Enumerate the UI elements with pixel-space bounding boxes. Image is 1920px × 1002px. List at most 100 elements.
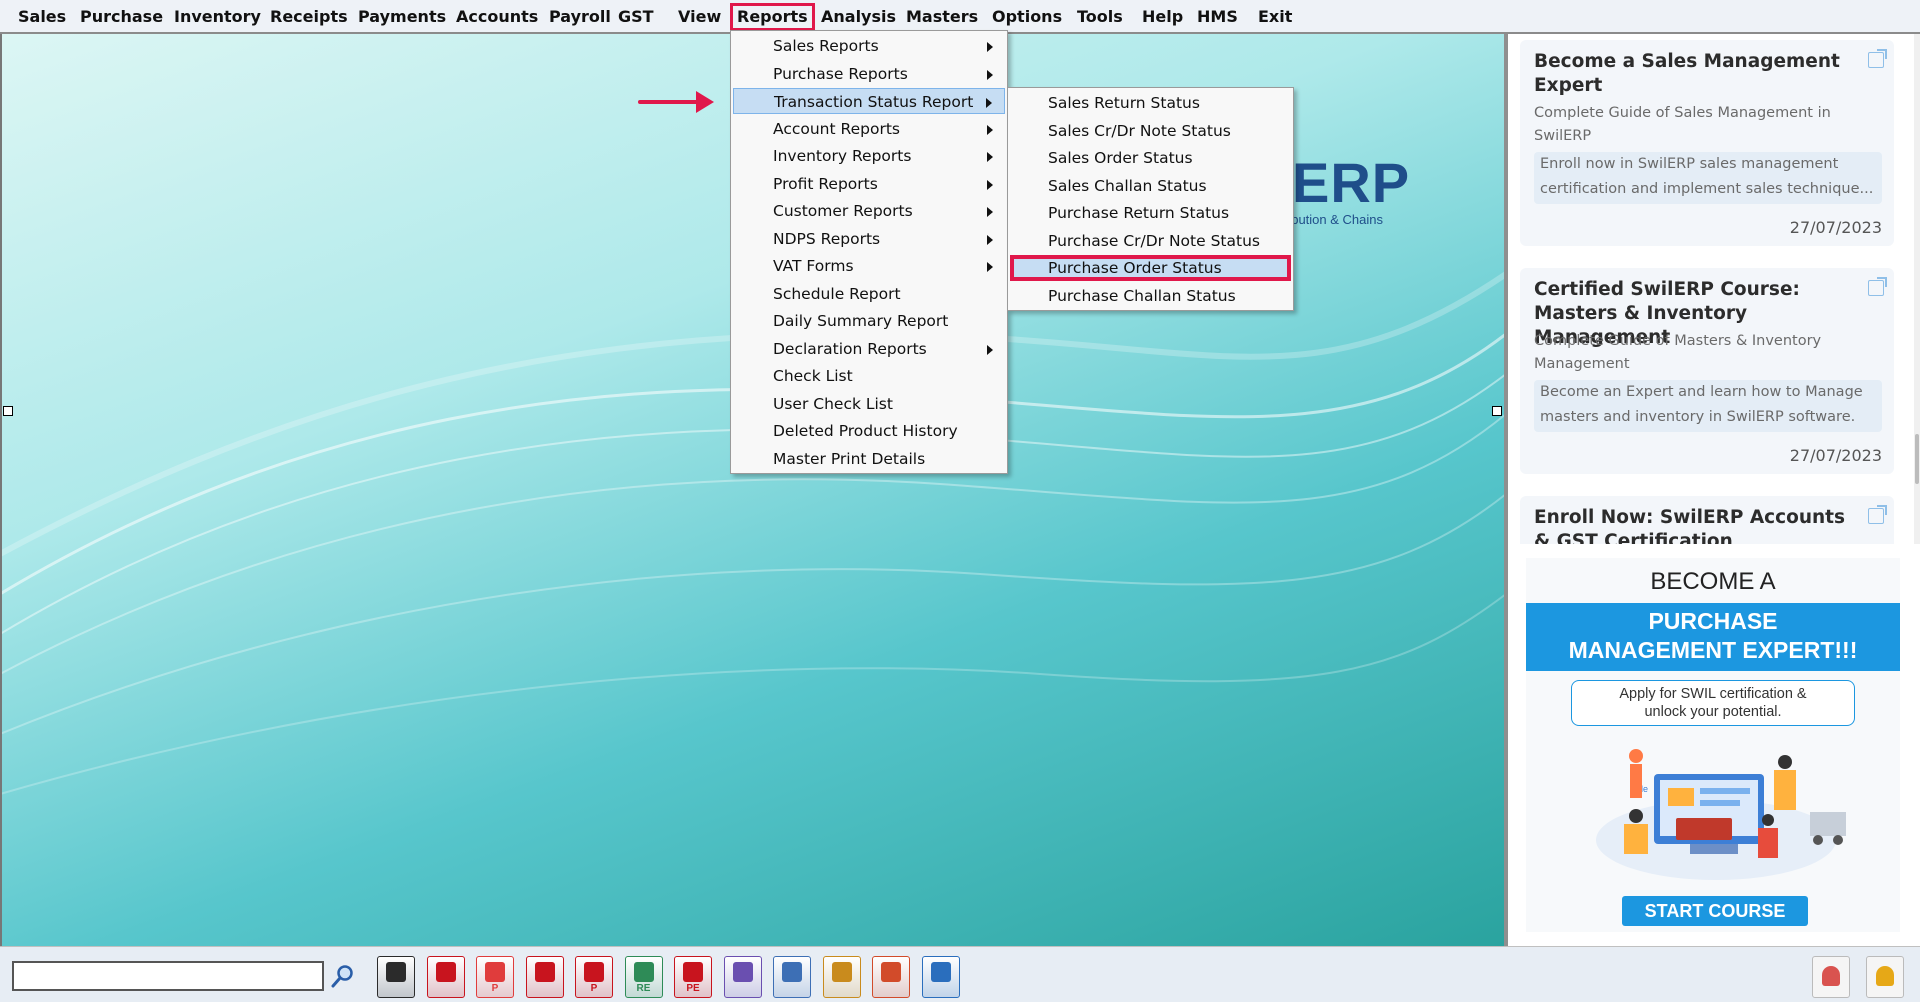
reports-menu-item-label: Transaction Status Report (774, 93, 974, 111)
reports-menu-item[interactable]: Declaration Reports (733, 336, 1005, 362)
reports-menu-item-label: Account Reports (773, 119, 900, 138)
menu-analysis[interactable]: Analysis (817, 3, 900, 31)
toolbar-icon-label: PE (686, 983, 700, 994)
news-card-subtitle: Complete Guide of Sales Management in Sw… (1534, 105, 1831, 144)
purchase-book-icon[interactable] (426, 956, 465, 998)
reports-menu-item[interactable]: Deleted Product History (733, 418, 1005, 444)
reports-menu-item[interactable]: Purchase Reports (733, 61, 1005, 87)
reports-menu-item-label: Deleted Product History (773, 422, 958, 440)
sales-book-icon[interactable] (377, 956, 415, 998)
menu-help[interactable]: Help (1138, 3, 1187, 31)
announcement-icon[interactable] (1812, 956, 1850, 998)
menu-payments[interactable]: Payments (354, 3, 450, 31)
toolbar-icon-label: P (491, 983, 499, 994)
notification-bell-icon[interactable] (1866, 956, 1904, 998)
menu-gst[interactable]: GST (614, 3, 658, 31)
promo-illustration: Sale (1596, 749, 1846, 880)
menu-receipts[interactable]: Receipts (266, 3, 352, 31)
toolbar-icon-glyph (1822, 966, 1840, 986)
news-card-title: Become a Sales Management Expert (1534, 51, 1840, 96)
external-link-icon[interactable] (1868, 277, 1887, 296)
menu-payroll[interactable]: Payroll (545, 3, 615, 31)
transaction-status-item-label: Sales Return Status (1048, 94, 1200, 112)
transaction-status-item[interactable]: Sales Order Status (1010, 145, 1291, 171)
menu-masters[interactable]: Masters (902, 3, 982, 31)
news-card-description: Become an Expert and learn how to Manage… (1534, 380, 1882, 432)
shapes-icon[interactable] (872, 956, 910, 998)
submenu-arrow-icon (987, 69, 993, 80)
transaction-status-item[interactable]: Sales Cr/Dr Note Status (1010, 118, 1291, 144)
reports-menu-item[interactable]: Daily Summary Report (733, 308, 1005, 334)
scanner-icon[interactable] (921, 956, 960, 998)
reports-menu-item[interactable]: Transaction Status Report (733, 88, 1005, 114)
bottom-toolbar: P P RE PE (0, 946, 1920, 1002)
transaction-status-item-label: Purchase Return Status (1048, 204, 1230, 222)
reports-menu-item-label: Customer Reports (773, 202, 913, 220)
news-card-description: Enroll now in SwilERP sales management c… (1534, 152, 1882, 204)
reports-menu-item[interactable]: Customer Reports (733, 198, 1005, 224)
promo-become-text: BECOME A (1650, 568, 1776, 595)
reports-menu-item[interactable]: Schedule Report (733, 281, 1005, 307)
toolbar-icon-glyph (732, 962, 753, 982)
news-card[interactable]: Enroll Now: SwilERP Accounts & GST Certi… (1520, 496, 1894, 544)
external-link-icon[interactable] (1868, 505, 1887, 524)
news-card[interactable]: Become a Sales Management Expert Complet… (1520, 40, 1894, 246)
menu-options[interactable]: Options (988, 3, 1066, 31)
submenu-arrow-icon (987, 179, 993, 190)
purchase-entry-icon[interactable]: PE (674, 956, 712, 998)
start-course-button[interactable]: START COURSE (1622, 896, 1808, 926)
menu-sales[interactable]: Sales (14, 3, 70, 31)
money-bag-icon[interactable] (822, 956, 861, 998)
menu-hms[interactable]: HMS (1193, 3, 1242, 31)
reports-menu-item[interactable]: NDPS Reports (733, 226, 1005, 252)
search-input[interactable] (12, 961, 324, 991)
menu-inventory[interactable]: Inventory (170, 3, 265, 31)
barcode-icon[interactable] (773, 956, 811, 998)
reports-menu-item[interactable]: User Check List (733, 391, 1005, 417)
transaction-status-item[interactable]: Sales Challan Status (1010, 173, 1291, 199)
payment-icon[interactable]: P (476, 956, 514, 998)
menu-tools[interactable]: Tools (1073, 3, 1127, 31)
external-link-icon[interactable] (1868, 49, 1887, 68)
menu-purchase[interactable]: Purchase (76, 3, 167, 31)
reports-menu-item[interactable]: VAT Forms (733, 253, 1005, 279)
reports-menu-item[interactable]: Master Print Details (733, 446, 1005, 472)
menu-exit[interactable]: Exit (1254, 3, 1296, 31)
promo-apply-line2: unlock your potential. (1644, 704, 1782, 720)
news-scrollbar-thumb[interactable] (1915, 434, 1919, 484)
reports-menu-item[interactable]: Account Reports (733, 116, 1005, 142)
pointer-arrow-icon (696, 91, 714, 113)
reports-menu-item-label: Declaration Reports (773, 339, 927, 358)
reports-menu-item[interactable]: Sales Reports (733, 33, 1005, 59)
reports-menu-item[interactable]: Inventory Reports (733, 143, 1005, 169)
stamp-icon[interactable] (723, 956, 762, 998)
transaction-status-item-label: Purchase Cr/Dr Note Status (1048, 231, 1260, 250)
transaction-status-item[interactable]: Purchase Order Status (1010, 255, 1291, 281)
promo-banner[interactable]: BECOME A PURCHASE MANAGEMENT EXPERT!!! A… (1526, 558, 1900, 932)
resize-handle-right[interactable] (1492, 406, 1502, 416)
news-scrollbar[interactable] (1914, 34, 1920, 544)
news-card[interactable]: Certified SwilERP Course: Masters & Inve… (1520, 268, 1894, 474)
toolbar-icon-glyph (881, 962, 901, 982)
pointer-arrow-line (638, 100, 700, 104)
transaction-status-item-label: Sales Order Status (1048, 149, 1193, 167)
submenu-arrow-icon (987, 234, 993, 245)
order-check-icon[interactable] (525, 956, 564, 998)
transaction-status-item[interactable]: Purchase Challan Status (1010, 283, 1291, 309)
right-info-panel: Become a Sales Management Expert Complet… (1508, 34, 1920, 946)
transaction-status-item[interactable]: Purchase Cr/Dr Note Status (1010, 228, 1291, 254)
reports-menu-item-label: Profit Reports (773, 174, 878, 193)
menu-view[interactable]: View (674, 3, 725, 31)
resize-handle-left[interactable] (3, 406, 13, 416)
reports-menu-item[interactable]: Profit Reports (733, 171, 1005, 197)
transaction-status-item[interactable]: Sales Return Status (1010, 90, 1291, 116)
print-icon[interactable]: P (575, 956, 613, 998)
transaction-status-item[interactable]: Purchase Return Status (1010, 200, 1291, 226)
reports-menu-item[interactable]: Check List (733, 363, 1005, 389)
search-icon[interactable] (330, 963, 356, 989)
toolbar-icon-glyph (584, 962, 604, 982)
reports-menu-item-label: User Check List (773, 394, 893, 413)
menu-reports[interactable]: Reports (730, 3, 815, 31)
menu-accounts[interactable]: Accounts (452, 3, 542, 31)
receipt-entry-icon[interactable]: RE (624, 956, 663, 998)
